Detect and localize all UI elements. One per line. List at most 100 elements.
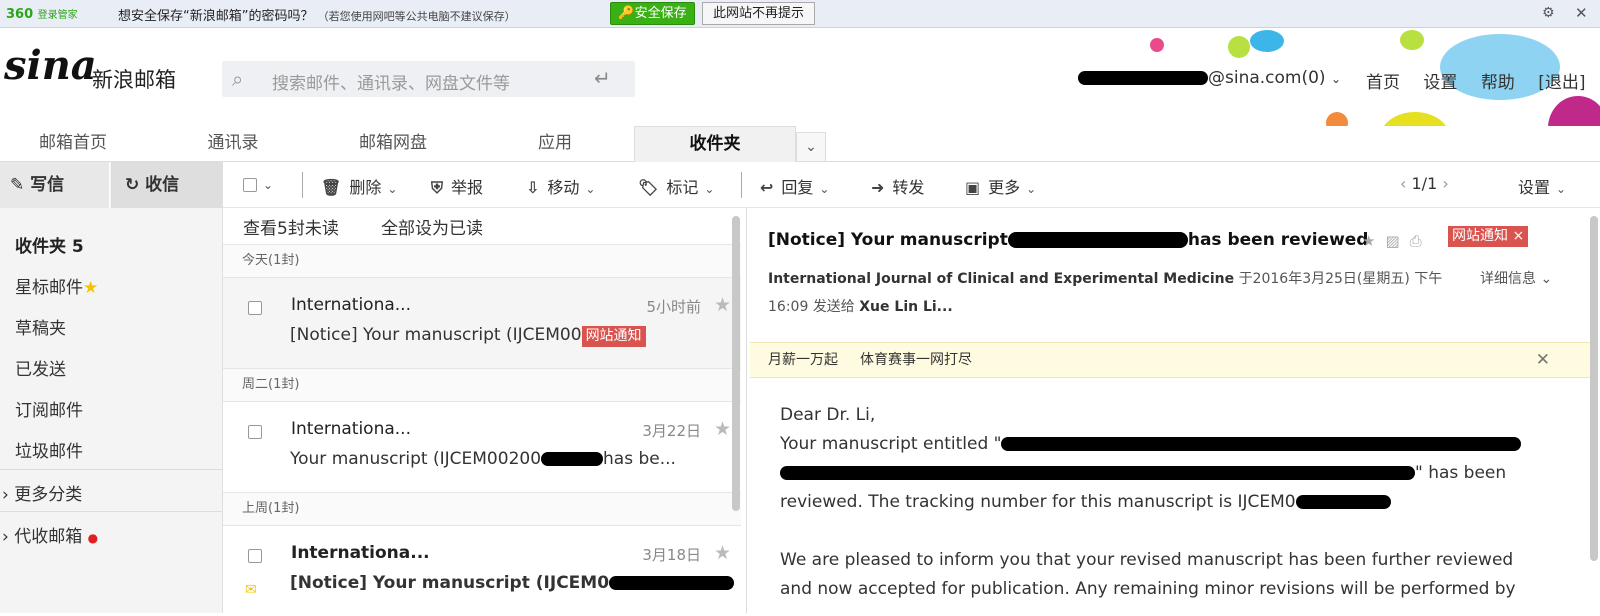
sidebar-item-subscriptions[interactable]: 订阅邮件: [15, 396, 83, 421]
sidebar-item-spam[interactable]: 垃圾邮件: [15, 437, 83, 462]
list-item[interactable]: Internationa... 5小时前 ★ [Notice] Your man…: [223, 278, 741, 368]
select-all-checkbox[interactable]: ⌄: [243, 174, 273, 193]
mail-checkbox[interactable]: [248, 301, 262, 315]
compose-button[interactable]: ✎ 写信: [0, 162, 110, 208]
sina-mail-logo[interactable]: sina 新浪邮箱: [4, 42, 176, 92]
dont-ask-button[interactable]: 此网站不再提示: [702, 2, 815, 25]
sidebar-item-inbox[interactable]: 收件夹 5: [15, 232, 84, 257]
list-item[interactable]: Internationa... 3月22日 ★ Your manuscript …: [223, 402, 741, 492]
details-link[interactable]: 详细信息 ⌄: [1480, 268, 1552, 288]
sidebar-divider: [0, 511, 223, 512]
sidebar-item-more-categories[interactable]: › 更多分类: [2, 480, 82, 505]
redacted: [1295, 495, 1391, 509]
tag-icon: 🏷: [638, 178, 659, 197]
redacted: [609, 576, 735, 590]
search-icon: ⌕: [232, 67, 244, 91]
tab-contacts[interactable]: 通讯录: [166, 126, 300, 162]
image-icon[interactable]: ▨: [1385, 232, 1409, 250]
reading-pane: [Notice] Your manuscript has been reviewe…: [750, 208, 1600, 613]
mail-recipient-line: 16:09 发送给 Xue Lin Li...: [768, 299, 953, 315]
tab-more-button[interactable]: ⌄: [796, 132, 826, 162]
link-home[interactable]: 首页: [1366, 73, 1400, 93]
mark-all-read-link[interactable]: 全部设为已读: [381, 214, 483, 239]
close-icon[interactable]: ✕: [1536, 343, 1550, 377]
forward-button[interactable]: ➜ 转发: [871, 174, 924, 198]
tab-netdisk[interactable]: 邮箱网盘: [320, 126, 466, 162]
more-button[interactable]: ▣ 更多 ⌄: [965, 174, 1036, 198]
chevron-right-icon: ›: [2, 527, 9, 547]
move-icon: ⇩: [526, 178, 540, 197]
link-settings[interactable]: 设置: [1423, 73, 1457, 93]
mail-list: 查看5封未读 全部设为已读 今天(1封) Internationa... 5小时…: [223, 208, 747, 613]
reply-icon: ↩: [760, 178, 774, 197]
list-settings-button[interactable]: 设置 ⌄: [1518, 174, 1566, 198]
save-password-message: 想安全保存“新浪邮箱”的密码吗？ （若您使用网吧等公共电脑不建议保存）: [118, 9, 516, 24]
star-icon: ★: [83, 278, 99, 298]
view-unread-link[interactable]: 查看5封未读: [243, 214, 339, 239]
sidebar-item-starred[interactable]: 星标邮件★: [15, 273, 98, 298]
chevron-down-icon: ⌄: [1330, 72, 1342, 86]
password-save-bar: 360 登录管家 想安全保存“新浪邮箱”的密码吗？ （若您使用网吧等公共电脑不建…: [0, 0, 1600, 28]
next-page-icon[interactable]: ›: [1442, 174, 1448, 193]
chevron-down-icon: ⌄: [585, 182, 596, 196]
search-input[interactable]: ⌕ 搜索邮件、通讯录、网盘文件等 ↵: [222, 61, 635, 97]
link-logout[interactable]: [退出]: [1538, 73, 1585, 93]
list-scrollbar[interactable]: [732, 216, 740, 511]
chevron-right-icon: ›: [2, 485, 9, 505]
ad-link[interactable]: 月薪一万起: [768, 352, 838, 368]
sidebar-item-sent[interactable]: 已发送: [15, 355, 66, 380]
redacted: [541, 452, 604, 466]
redacted: [1007, 232, 1188, 248]
unread-envelope-icon: ✉: [245, 582, 257, 598]
tab-inbox[interactable]: 收件夹: [634, 126, 796, 162]
star-icon[interactable]: ★: [1362, 232, 1385, 250]
account-redacted: [1078, 71, 1208, 85]
mail-sender-line: International Journal of Clinical and Ex…: [768, 271, 1443, 287]
print-icon[interactable]: ⎙: [1410, 232, 1432, 250]
star-icon[interactable]: ★: [714, 542, 731, 564]
tab-apps[interactable]: 应用: [488, 126, 622, 162]
receive-button[interactable]: ↻ 收信: [111, 162, 223, 208]
shield-icon: ⛨: [431, 178, 444, 197]
chevron-down-icon: ⌄: [1026, 182, 1037, 196]
star-icon[interactable]: ★: [714, 294, 731, 316]
redacted: [780, 466, 1415, 480]
mail-subject: [Notice] Your manuscript has been reviewe…: [768, 230, 1369, 250]
reply-button[interactable]: ↩ 回复 ⌄: [760, 174, 829, 198]
link-help[interactable]: 帮助: [1481, 73, 1515, 93]
group-header: 今天(1封): [223, 244, 741, 278]
sidebar-item-external-mailbox[interactable]: › 代收邮箱 ●: [2, 522, 98, 547]
close-icon[interactable]: ✕: [1575, 4, 1588, 22]
tab-mail-home[interactable]: 邮箱首页: [0, 126, 146, 162]
trash-icon: 🗑: [321, 178, 342, 197]
chevron-down-icon: ⌄: [819, 182, 830, 196]
enter-icon[interactable]: ↵: [594, 66, 611, 90]
refresh-icon: ↻: [125, 175, 140, 195]
chevron-down-icon: ⌄: [263, 178, 274, 192]
account-menu[interactable]: @sina.com(0) ⌄: [1078, 68, 1341, 88]
report-button[interactable]: ⛨ 举报: [431, 174, 483, 198]
reader-scrollbar[interactable]: [1590, 216, 1598, 561]
pagination: ‹ 1/1 ›: [1400, 174, 1449, 193]
more-icon: ▣: [965, 178, 981, 197]
delete-button[interactable]: 🗑 删除 ⌄: [321, 174, 397, 198]
gear-icon[interactable]: ⚙: [1542, 5, 1555, 21]
mail-body: Dear Dr. Li, Your manuscript entitled " …: [780, 401, 1570, 604]
mail-checkbox[interactable]: [248, 549, 262, 563]
list-item[interactable]: Internationa... 3月18日 ★ ✉ [Notice] Your …: [223, 526, 741, 616]
group-header: 上周(1封): [223, 492, 741, 526]
star-icon[interactable]: ★: [714, 418, 731, 440]
sidebar-item-drafts[interactable]: 草稿夹: [15, 314, 66, 339]
mark-button[interactable]: 🏷 标记 ⌄: [638, 174, 714, 198]
mail-checkbox[interactable]: [248, 425, 262, 439]
safe-save-button[interactable]: 🔑安全保存: [610, 2, 695, 25]
compose-icon: ✎: [10, 175, 25, 195]
toolbar-divider: [741, 172, 742, 198]
prev-page-icon[interactable]: ‹: [1400, 174, 1406, 193]
notice-badge: 网站通知: [581, 326, 646, 347]
ad-link[interactable]: 体育赛事一网打尽: [860, 352, 972, 368]
move-button[interactable]: ⇩ 移动 ⌄: [526, 174, 595, 198]
mail-actions: ★▨⎙: [1362, 232, 1432, 250]
notice-badge[interactable]: 网站通知 ×: [1448, 226, 1529, 247]
forward-icon: ➜: [871, 178, 885, 197]
